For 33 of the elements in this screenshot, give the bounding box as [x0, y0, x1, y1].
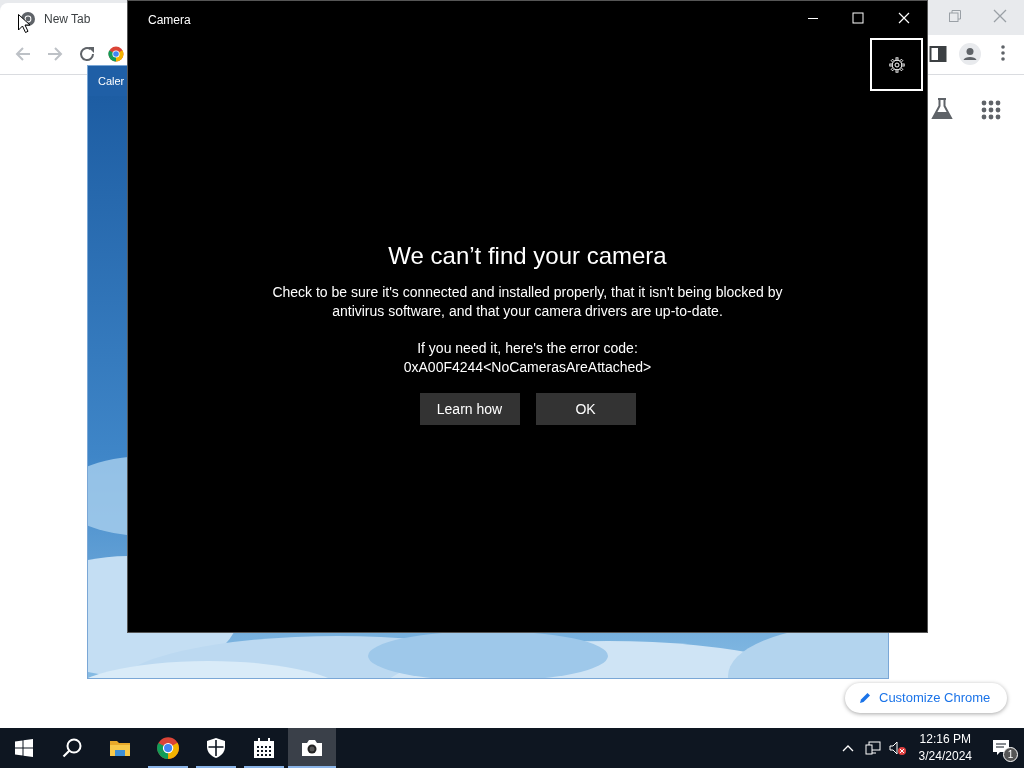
ok-button[interactable]: OK [535, 393, 636, 425]
mouse-cursor-icon [18, 14, 30, 33]
notifications-button[interactable]: 1 [980, 728, 1024, 768]
error-intro: If you need it, here's the error code: [416, 339, 639, 358]
notification-count-badge: 1 [1003, 747, 1018, 762]
error-code: 0xA00F4244<NoCamerasAreAttached> [402, 358, 653, 377]
error-heading: We can’t find your camera [387, 241, 668, 271]
customize-chrome-button[interactable]: Customize Chrome [845, 683, 1007, 713]
network-icon[interactable] [865, 741, 882, 755]
maximize-icon[interactable] [852, 12, 864, 24]
learn-how-button[interactable]: Learn how [419, 393, 520, 425]
calendar-icon[interactable] [253, 737, 275, 759]
windows-start-icon[interactable] [15, 739, 33, 757]
search-icon[interactable] [62, 738, 82, 758]
muted-speaker-icon[interactable] [889, 741, 908, 755]
clock-date: 3/24/2024 [918, 748, 972, 765]
settings-button[interactable] [870, 38, 923, 91]
pencil-icon [859, 692, 871, 704]
chevron-up-icon[interactable] [842, 744, 855, 752]
side-panel-icon[interactable] [929, 45, 947, 63]
tab-title: New Tab [44, 11, 91, 28]
shield-icon[interactable] [205, 737, 227, 759]
reload-icon[interactable] [78, 45, 96, 63]
flask-icon[interactable] [930, 97, 954, 121]
profile-icon[interactable] [959, 43, 981, 65]
apps-icon[interactable] [980, 99, 1002, 121]
chrome-logo-icon[interactable] [157, 737, 179, 759]
clock-time: 12:16 PM [918, 731, 972, 748]
settings-icon [888, 56, 905, 73]
error-message: Check to be sure it's connected and installed properly, that it isn't being blocked by antivirus software, and that your camera drivers are up-to-date. [271, 283, 784, 321]
window-title: Caler [98, 74, 125, 88]
camera-icon[interactable] [301, 737, 323, 759]
window-title: Camera [148, 12, 191, 29]
